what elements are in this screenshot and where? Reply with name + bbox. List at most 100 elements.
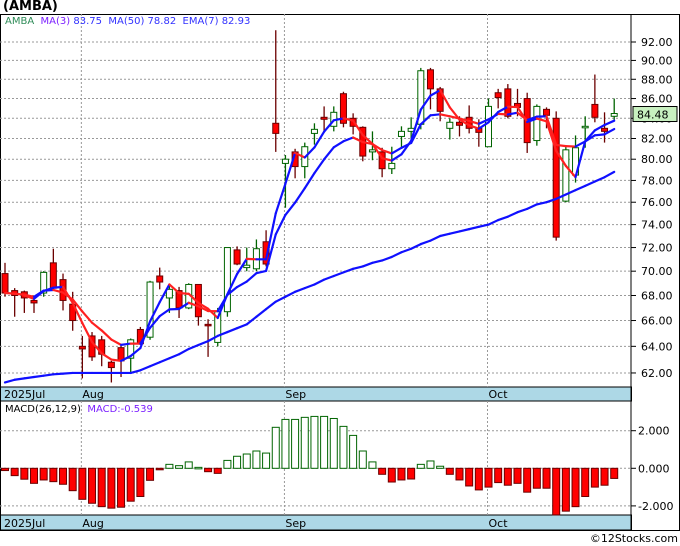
ma50-line xyxy=(448,230,461,235)
legend-ma3-value: 83.75 xyxy=(73,16,102,27)
candle-body xyxy=(165,288,173,299)
macd-bar xyxy=(513,467,522,484)
ma50-line xyxy=(294,287,306,293)
ma50-line xyxy=(313,278,326,286)
ma50-line xyxy=(255,308,268,318)
ma50-line xyxy=(323,274,335,281)
candle xyxy=(107,360,115,383)
ma50-line xyxy=(303,283,316,290)
candle xyxy=(223,247,231,317)
macd-bar xyxy=(88,467,97,504)
macd-bar xyxy=(600,467,609,486)
stock-chart: 62.00 64.00 66.00 68.00 70.00 72.00 74.00 76.00… xyxy=(0,14,680,531)
candle xyxy=(426,67,434,110)
ema7-line xyxy=(429,113,442,117)
candle xyxy=(378,147,386,178)
ma50-line xyxy=(371,259,384,264)
ma50-line xyxy=(584,180,596,187)
macd-bar xyxy=(233,455,242,469)
candle-body xyxy=(204,323,212,327)
legend-symbol: AMBA xyxy=(5,16,35,27)
ema7-line xyxy=(110,338,123,346)
ma50-line xyxy=(168,353,181,360)
date-tick-label: 2025Jul xyxy=(4,517,45,530)
macd-tick-label: 0.000 xyxy=(638,462,670,475)
candle xyxy=(397,126,405,148)
ema7-line xyxy=(313,158,326,175)
ma50-line xyxy=(361,261,374,268)
price-tick-label: 90.00 xyxy=(641,54,673,67)
ma50-line xyxy=(439,232,451,238)
macd-legend: MACD(26,12,9) MACD:-0.539 xyxy=(5,404,153,415)
last-price-label: 84.48 xyxy=(637,109,669,122)
ma50-line xyxy=(419,239,432,246)
ma50-line xyxy=(526,203,538,210)
ma50-line xyxy=(264,300,277,311)
ma50-line xyxy=(332,271,345,278)
candle xyxy=(446,118,454,140)
macd-bar xyxy=(484,467,493,488)
macd-bar xyxy=(532,467,541,489)
macd-bar xyxy=(252,450,261,469)
candle-body xyxy=(281,158,289,164)
candle-body xyxy=(504,88,512,117)
ma50-line xyxy=(235,323,248,330)
candle xyxy=(301,142,309,179)
candle xyxy=(49,248,57,290)
ma3-line xyxy=(284,151,297,185)
ma50-line xyxy=(61,371,74,375)
price-tick-label: 78.00 xyxy=(641,174,673,187)
macd-bar xyxy=(1,467,9,472)
ma50-line xyxy=(535,201,548,206)
ma3-line xyxy=(603,119,616,127)
macd-label: MACD(26,12,9) xyxy=(5,404,81,415)
macd-bar xyxy=(552,467,561,516)
candle-body xyxy=(533,105,541,142)
candle-body xyxy=(233,249,241,265)
ema7-line xyxy=(593,133,606,137)
macd-bar xyxy=(165,463,174,469)
ma50-line xyxy=(497,215,509,222)
ma50-line xyxy=(352,265,364,270)
ma50-line xyxy=(381,255,393,262)
macd-bar xyxy=(455,467,464,481)
macd-bar xyxy=(175,465,184,469)
price-tick-label: 64.00 xyxy=(641,340,673,353)
macd-bar xyxy=(184,461,193,469)
macd-bar xyxy=(39,467,48,481)
macd-tick-label: -2.000 xyxy=(638,500,673,513)
candle-body xyxy=(243,264,251,269)
macd-bar xyxy=(610,467,619,479)
legend-ma50-value: 78.82 xyxy=(147,16,177,27)
ema7-line xyxy=(158,308,171,318)
ma50-line xyxy=(13,377,26,381)
macd-bar xyxy=(97,467,106,508)
candle-body xyxy=(49,262,57,289)
credit-text: ©12Stocks.com xyxy=(589,532,678,545)
macd-bar xyxy=(59,467,68,485)
ema7-line xyxy=(294,187,306,204)
macd-bar xyxy=(126,467,135,502)
macd-bar xyxy=(10,467,19,477)
macd-bar xyxy=(445,467,454,475)
date-tick-label: Aug xyxy=(82,388,103,401)
ema7-line xyxy=(100,329,113,341)
price-tick-label: 80.00 xyxy=(641,153,673,166)
macd-bar xyxy=(223,459,232,469)
macd-bar xyxy=(494,467,503,484)
price-tick-label: 72.00 xyxy=(641,242,673,255)
legend-ma3-label: MA(3) xyxy=(40,16,71,27)
macd-bar xyxy=(503,467,512,486)
macd-bar xyxy=(20,467,29,480)
ema7-line xyxy=(390,146,403,155)
ma50-line xyxy=(32,374,45,379)
macd-bar xyxy=(68,467,77,492)
ma50-line xyxy=(574,184,587,192)
macd-bar xyxy=(78,467,87,500)
macd-bar xyxy=(387,467,396,483)
macd-bar xyxy=(194,466,203,470)
ma50-line xyxy=(139,365,152,372)
macd-bar xyxy=(204,467,213,473)
macd-bar xyxy=(523,467,532,493)
candle xyxy=(272,30,280,152)
